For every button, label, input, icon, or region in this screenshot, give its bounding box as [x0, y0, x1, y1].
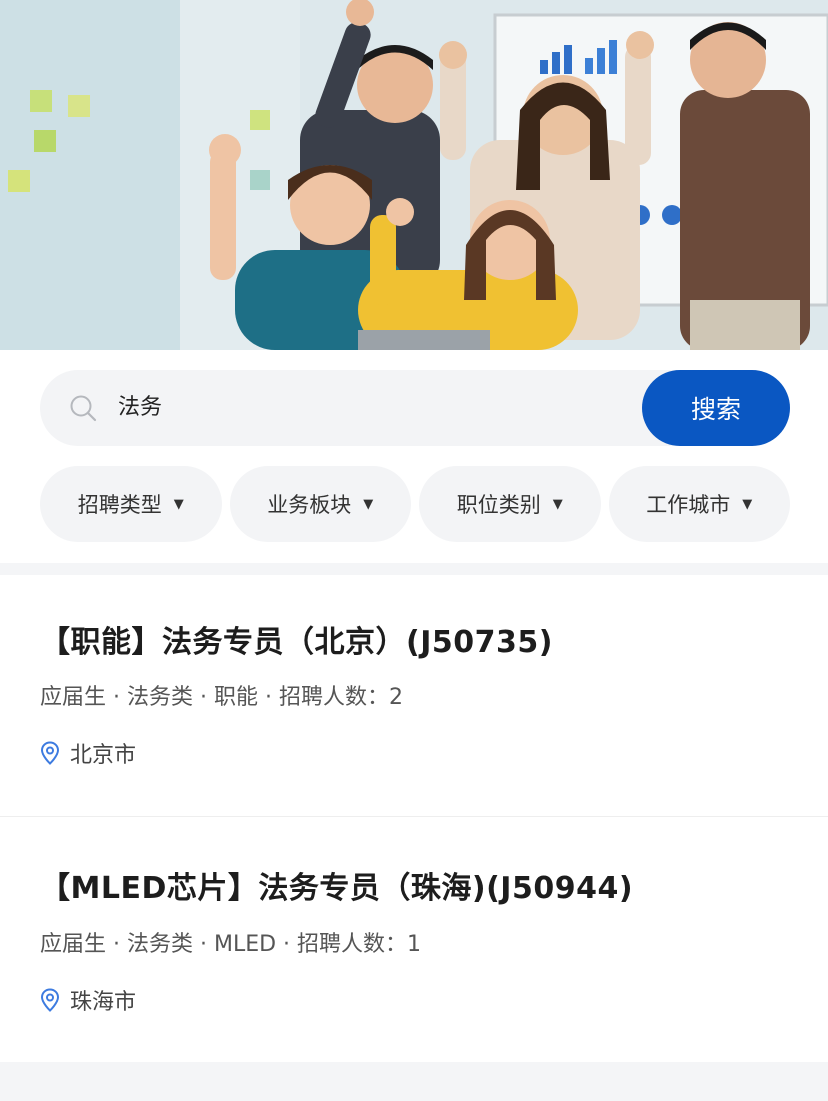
- job-title: 【职能】法务专员（北京）(J50735): [40, 625, 553, 660]
- job-meta: 应届生 · 法务类 · 职能 · 招聘人数：2: [40, 685, 403, 710]
- caret-down-icon: ▼: [363, 496, 374, 512]
- filter-label: 工作城市: [646, 493, 731, 517]
- job-location: 珠海市: [40, 984, 136, 1016]
- filter-label: 招聘类型: [77, 493, 162, 517]
- job-meta: 应届生 · 法务类 · MLED · 招聘人数：1: [40, 932, 422, 957]
- filter-bar: 招聘类型 ▼ 业务板块 ▼ 职位类别 ▼ 工作城市 ▼: [40, 466, 790, 542]
- search-button[interactable]: 搜索: [642, 370, 790, 446]
- search-icon: [70, 395, 97, 422]
- filter-job-category[interactable]: 职位类别 ▼: [419, 466, 601, 542]
- search-input[interactable]: [118, 388, 638, 428]
- caret-down-icon: ▼: [173, 496, 184, 512]
- team-celebration-illustration: [0, 0, 828, 350]
- filter-business-segment[interactable]: 业务板块 ▼: [229, 466, 411, 542]
- filter-work-city[interactable]: 工作城市 ▼: [608, 466, 790, 542]
- job-list-item[interactable]: 【MLED芯片】法务专员（珠海)(J50944) 应届生 · 法务类 · MLE…: [0, 818, 828, 1061]
- filter-label: 业务板块: [267, 493, 352, 517]
- job-location: 北京市: [40, 737, 136, 769]
- job-location-text: 珠海市: [70, 990, 137, 1015]
- bottom-spacer: [0, 1062, 828, 1101]
- page: 搜索 招聘类型 ▼ 业务板块 ▼ 职位类别 ▼ 工作城市 ▼ 【职能】法务专员（…: [0, 0, 828, 1101]
- job-title: 【MLED芯片】法务专员（珠海)(J50944): [40, 871, 634, 906]
- caret-down-icon: ▼: [742, 496, 753, 512]
- location-pin-icon: [40, 741, 60, 765]
- caret-down-icon: ▼: [552, 496, 563, 512]
- filter-label: 职位类别: [456, 493, 541, 517]
- job-location-text: 北京市: [70, 743, 137, 768]
- hero-banner-image: [0, 0, 828, 350]
- section-divider: [0, 563, 828, 575]
- location-pin-icon: [40, 988, 60, 1012]
- job-list-item[interactable]: 【职能】法务专员（北京）(J50735) 应届生 · 法务类 · 职能 · 招聘…: [0, 575, 828, 817]
- search-bar: 搜索: [40, 370, 790, 446]
- filter-recruitment-type[interactable]: 招聘类型 ▼: [40, 466, 222, 542]
